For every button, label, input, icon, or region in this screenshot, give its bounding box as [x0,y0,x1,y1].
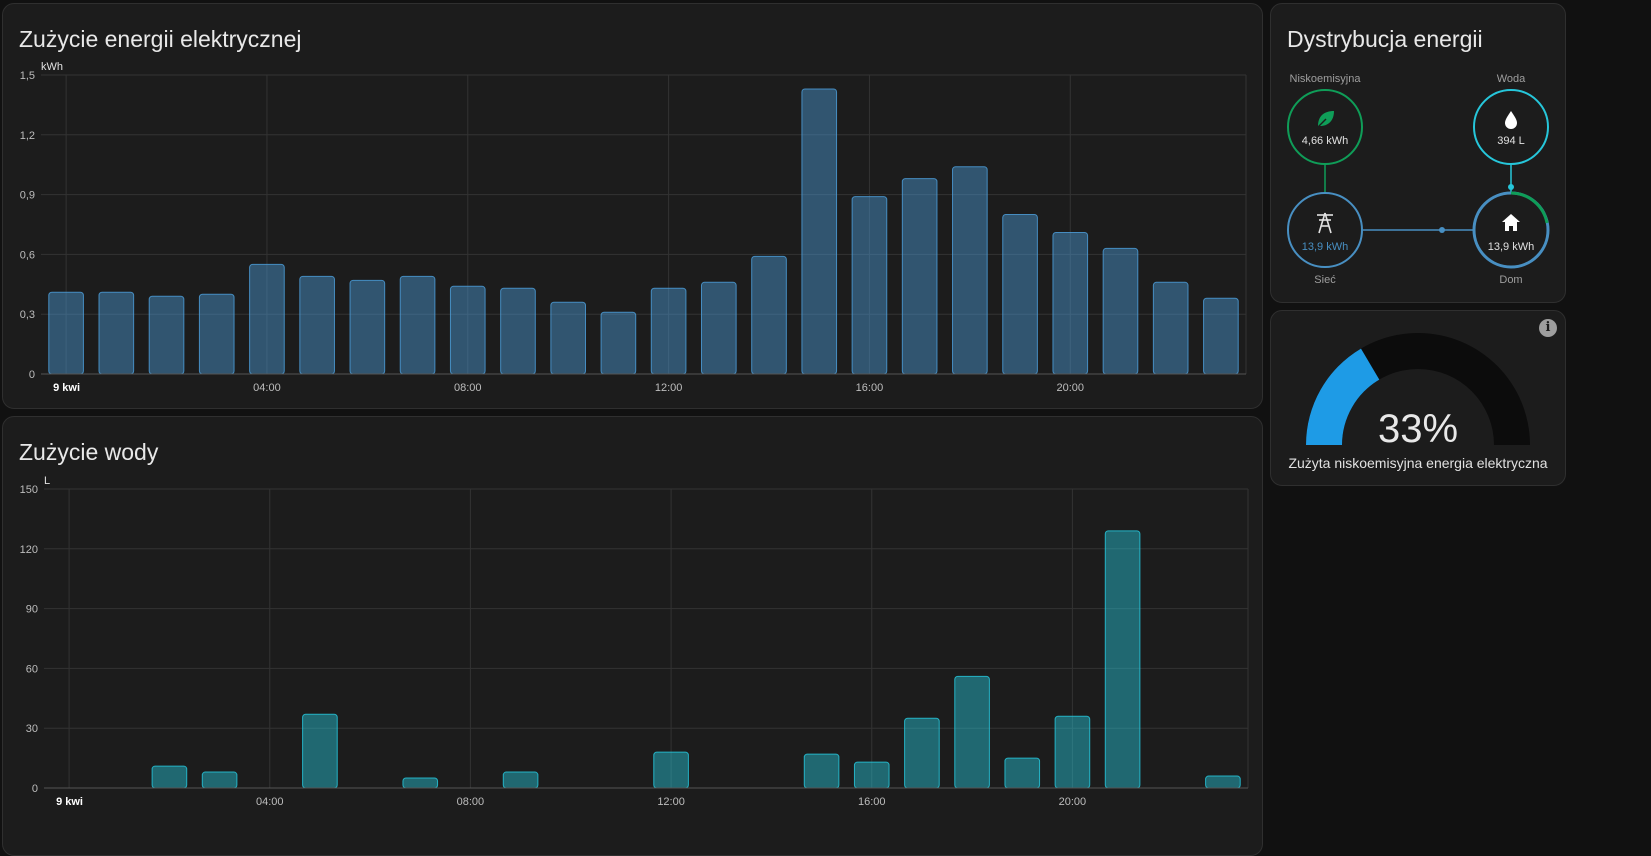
water-bar-16:00[interactable] [853,761,890,789]
energy-bar-11:00[interactable] [600,311,637,375]
energy-bar-08:00[interactable] [449,285,486,375]
water-x-tick-label: 12:00 [657,796,685,808]
energy-bar-09:00[interactable] [500,287,536,375]
grid-node[interactable] [1287,192,1363,268]
energy-distribution-card: Dystrybucja energii Niskoemisyjna 4,66 k… [1270,3,1566,303]
water-y-tick-label: 60 [26,663,38,675]
water-bar-07:00[interactable] [402,777,439,789]
energy-x-tick-label: 04:00 [253,382,281,394]
energy-bar-19:00[interactable] [1002,214,1038,375]
water-bar-18:00[interactable] [954,675,990,789]
energy-x-tick-label: 12:00 [655,382,683,394]
water-y-tick-label: 30 [26,723,38,735]
grid-value: 13,9 kWh [1302,241,1348,253]
energy-y-tick-label: 1,2 [20,130,35,142]
energy-bar-15:00[interactable] [801,88,838,375]
water-bar-20:00[interactable] [1054,715,1091,789]
water-bar-23:00[interactable] [1205,775,1241,789]
water-bar-03:00[interactable] [201,771,238,789]
energy-bar-23:00[interactable] [1203,297,1239,375]
grid-flow-dot [1439,227,1445,233]
energy-y-tick-label: 0 [29,369,35,381]
water-y-tick-label: 150 [20,484,38,496]
energy-bar-06:00[interactable] [349,279,386,375]
water-x-tick-label: 16:00 [858,796,886,808]
leaf-icon [1317,111,1334,128]
energy-usage-card: Zużycie energii elektrycznej 0 0,3 0,6 0,9 1… [2,3,1263,409]
water-value: 394 L [1497,135,1525,147]
water-bar-chart: 0 30 60 90 120 150 9 kwi 04:00 08:00 12:00 16:00 20… [20,475,1249,808]
water-bar-02:00[interactable] [151,765,188,789]
home-icon [1502,214,1520,231]
low-carbon-node[interactable] [1287,89,1363,165]
energy-bar-04:00[interactable] [249,263,285,375]
water-bar-05:00[interactable] [302,713,338,789]
low-carbon-gauge-card: i 33% Zużyta niskoemisyjna energia elekt… [1270,310,1566,486]
water-bar-09:00[interactable] [502,771,539,789]
energy-bar-00:00[interactable] [48,291,84,375]
water-usage-card: Zużycie wody 0 30 60 90 120 150 9 kwi 04:00 08:0… [2,416,1263,856]
water-y-tick-label: 120 [20,544,38,556]
water-unit-label: L [44,475,50,487]
energy-y-tick-label: 1,5 [20,70,35,82]
water-y-tick-label: 0 [32,783,38,795]
energy-x-tick-label: 20:00 [1057,382,1085,394]
energy-bar-14:00[interactable] [751,255,787,375]
water-bar-17:00[interactable] [904,717,940,789]
energy-x-tick-label: 9 kwi [53,382,80,394]
energy-y-tick-label: 0,9 [20,190,35,202]
energy-unit-label: kWh [41,61,63,73]
water-bar-12:00[interactable] [653,751,689,789]
home-low-carbon-arc [1510,191,1549,224]
energy-bar-20:00[interactable] [1052,231,1089,375]
home-value: 13,9 kWh [1488,241,1534,253]
gauge-value: 33% [1377,407,1459,451]
energy-bar-21:00[interactable] [1102,247,1139,375]
water-bar-21:00[interactable] [1104,530,1141,789]
home-label: Dom [1499,274,1522,286]
energy-x-tick-label: 16:00 [856,382,884,394]
energy-bar-10:00[interactable] [550,301,587,375]
energy-bar-02:00[interactable] [148,295,185,375]
energy-y-tick-label: 0,3 [20,309,35,321]
energy-y-tick-label: 0,6 [20,249,35,261]
energy-bar-22:00[interactable] [1152,281,1189,375]
low-carbon-value: 4,66 kWh [1302,135,1348,147]
grid-label: Sieć [1314,274,1336,286]
energy-bar-16:00[interactable] [851,196,888,375]
distribution-diagram: Niskoemisyjna 4,66 kWh Woda 394 L 13,9 k… [1287,73,1550,286]
water-y-tick-label: 90 [26,604,38,616]
energy-bar-13:00[interactable] [700,281,737,375]
water-drop-icon [1505,111,1517,129]
water-bar-19:00[interactable] [1004,757,1041,789]
water-x-tick-label: 9 kwi [56,796,83,808]
energy-bar-07:00[interactable] [399,275,436,375]
water-flow-dot [1508,184,1514,190]
energy-bar-12:00[interactable] [650,287,687,375]
low-carbon-label: Niskoemisyjna [1290,73,1362,85]
transmission-tower-icon [1317,212,1333,234]
energy-bar-01:00[interactable] [98,291,135,375]
energy-bar-03:00[interactable] [198,293,235,375]
water-bar-15:00[interactable] [803,753,840,789]
water-x-tick-label: 20:00 [1059,796,1087,808]
energy-x-tick-label: 08:00 [454,382,482,394]
water-label: Woda [1497,73,1526,85]
energy-bar-18:00[interactable] [952,166,988,375]
water-x-tick-label: 04:00 [256,796,284,808]
gauge-label: Zużyta niskoemisyjna energia elektryczna [1288,455,1548,471]
energy-bar-17:00[interactable] [901,178,938,375]
energy-bar-chart: 0 0,3 0,6 0,9 1,2 1,5 9 kwi 04:00 08:00 12:00 16:0… [20,61,1247,394]
water-x-tick-label: 08:00 [457,796,485,808]
energy-bar-05:00[interactable] [299,275,335,375]
